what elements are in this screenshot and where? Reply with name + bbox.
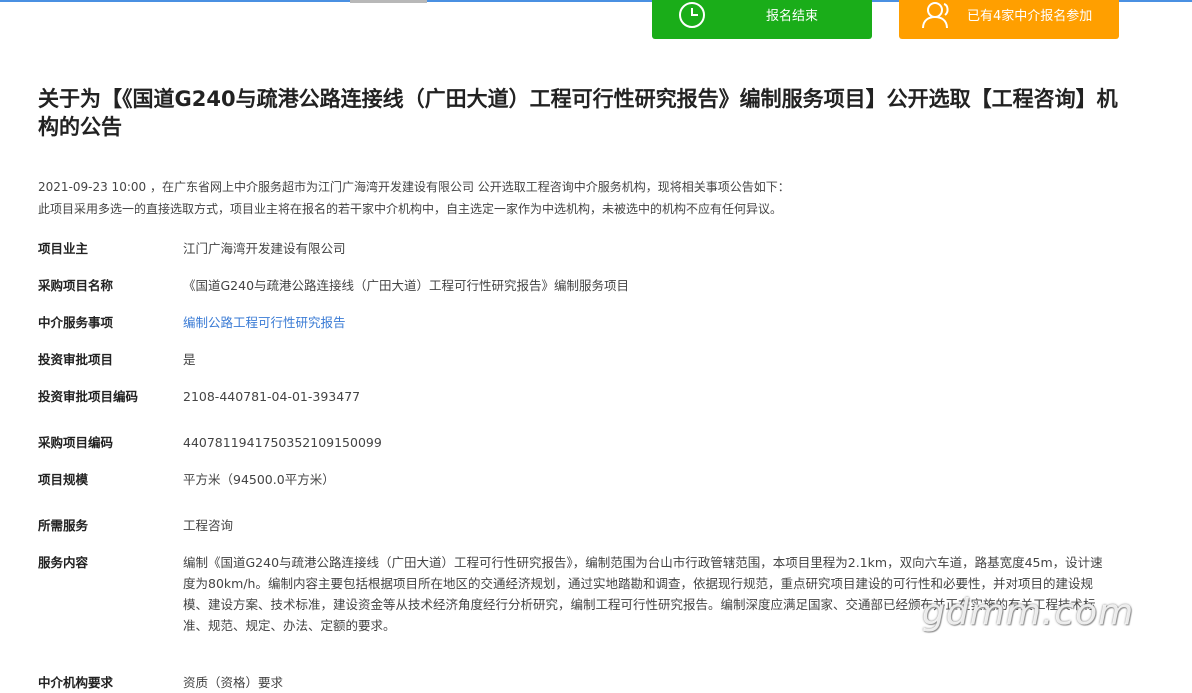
service-item-link[interactable]: 编制公路工程可行性研究报告: [183, 312, 346, 333]
registered-agencies-button[interactable]: 已有4家中介报名参加: [899, 0, 1119, 39]
intro-line-1: 2021-09-23 10:00 ，在广东省网上中介服务超市为江门广海湾开发建设…: [38, 180, 790, 194]
registration-closed-button[interactable]: 报名结束: [652, 0, 872, 39]
field-label: 投资审批项目编码: [38, 389, 139, 404]
field-label: 项目业主: [38, 241, 89, 256]
announcement-intro: 2021-09-23 10:00 ，在广东省网上中介服务超市为江门广海湾开发建设…: [38, 176, 1138, 220]
field-label: 服务内容: [38, 555, 89, 570]
field-row-approval-code: 投资审批项目编码 2108-440781-04-01-393477: [38, 386, 1138, 407]
field-row-investment-approval: 投资审批项目 是: [38, 349, 1138, 370]
field-label: 所需服务: [38, 518, 89, 533]
users-icon: [917, 0, 957, 35]
field-row-required-service: 所需服务 工程咨询: [38, 515, 1138, 536]
field-value: 工程咨询: [183, 518, 234, 533]
field-value: 江门广海湾开发建设有限公司: [183, 241, 346, 256]
field-row-project-name: 采购项目名称 《国道G240与疏港公路连接线（广田大道）工程可行性研究报告》编制…: [38, 275, 1138, 296]
field-label: 采购项目名称: [38, 278, 114, 293]
registration-closed-label: 报名结束: [766, 9, 819, 24]
field-label: 中介服务事项: [38, 315, 114, 330]
field-value: 平方米（94500.0平方米）: [183, 472, 335, 487]
field-label: 中介机构要求: [38, 675, 114, 690]
field-label: 投资审批项目: [38, 352, 114, 367]
field-value: 440781194175035210915009​9: [183, 435, 382, 450]
site-watermark: gdmm.com: [922, 592, 1135, 633]
announcement-title: 关于为【《国道G240与疏港公路连接线（广田大道）工程可行性研究报告》编制服务项…: [38, 87, 1118, 139]
field-value: 《国道G240与疏港公路连接线（广田大道）工程可行性研究报告》编制服务项目: [183, 278, 630, 293]
field-row-procurement-code: 采购项目编码 440781194175035210915009​9: [38, 432, 1138, 453]
field-label: 采购项目编码: [38, 435, 114, 450]
field-row-scale: 项目规模 平方米（94500.0平方米）: [38, 469, 1138, 490]
field-row-agency-requirement: 中介机构要求 资质（资格）要求: [38, 672, 1138, 693]
clock-icon: [672, 0, 712, 35]
field-value: 是: [183, 352, 196, 367]
field-value: 2108-440781-04-01-393477: [183, 389, 361, 404]
field-row-service-item: 中介服务事项 编制公路工程可行性研究报告: [38, 312, 1138, 333]
top-scroll-indicator: [350, 0, 427, 3]
field-row-owner: 项目业主 江门广海湾开发建设有限公司: [38, 238, 1138, 259]
field-label: 项目规模: [38, 472, 89, 487]
field-value: 资质（资格）要求: [183, 675, 284, 690]
registered-agencies-label: 已有4家中介报名参加: [967, 9, 1093, 24]
intro-line-2: 此项目采用多选一的直接选取方式，项目业主将在报名的若干家中介机构中，自主选定一家…: [38, 202, 783, 216]
